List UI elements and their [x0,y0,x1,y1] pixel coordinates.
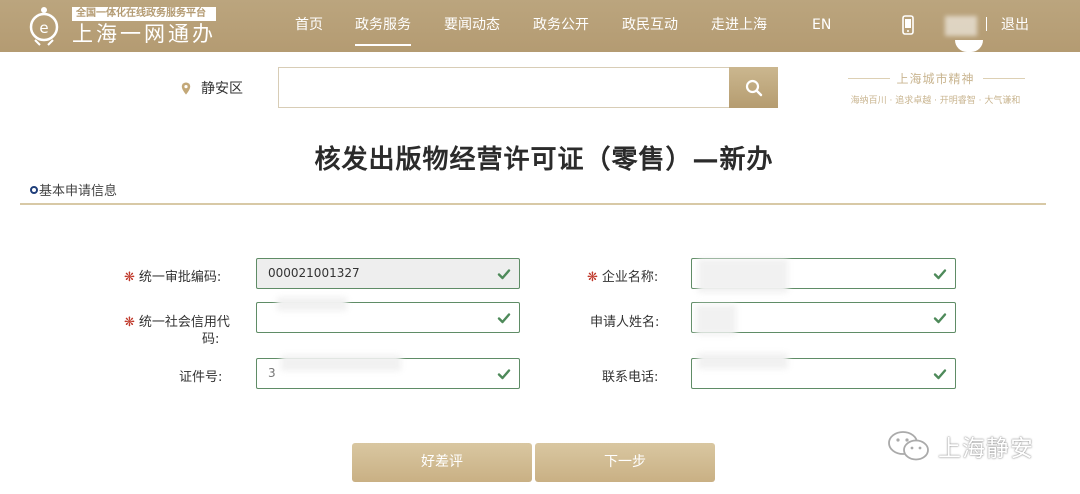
city-spirit-banner: 上海城市精神 海纳百川 · 追求卓越 · 开明睿智 · 大气谦和 [828,68,1043,110]
redacted-area [698,259,788,293]
page-title: 核发出版物经营许可证（零售）—新办 [314,145,774,175]
credit-code-field[interactable] [256,297,520,333]
wechat-watermark: 上海静安 [886,429,1034,463]
credit-code-label-cont: 码: [202,332,220,347]
applicant-name-label: 申请人姓名: [590,315,660,330]
redacted-area [281,355,401,371]
nav-home[interactable]: 首页 [295,0,323,52]
check-icon [933,369,947,380]
redacted-area [698,353,788,369]
approval-code-field[interactable]: 000021001327 [256,258,520,289]
location-pin-icon [181,82,191,94]
next-step-button[interactable]: 下一步 [535,443,715,482]
redacted-area [277,297,347,311]
required-mark: ❋ [124,270,135,285]
section-divider [20,203,1046,205]
check-icon [933,269,947,280]
city-spirit-subtitle: 海纳百川 · 追求卓越 · 开明睿智 · 大气谦和 [850,96,1021,106]
top-navigation-bar: e 全国一体化在线政务服务平台 上海一网通办 首页 政务服务 要闻动态 政务公开… [0,0,1080,52]
search-icon [745,79,762,96]
logout-link[interactable]: 退出 [1001,0,1029,50]
company-name-field[interactable] [691,258,956,293]
id-number-label: 证件号: [179,370,223,385]
mobile-phone-icon[interactable] [901,15,915,35]
rating-button[interactable]: 好差评 [352,443,532,482]
approval-code-label-text: 统一审批编码: [138,270,222,285]
search-button[interactable] [729,67,778,108]
required-mark: ❋ [124,315,135,330]
redacted-area [696,305,736,335]
required-mark: ❋ [587,270,598,285]
check-icon [497,269,511,280]
logo-tagline: 全国一体化在线政务服务平台 [72,6,216,21]
check-icon [497,369,511,380]
logo-title: 上海一网通办 [72,21,216,46]
site-logo[interactable]: e 全国一体化在线政务服务平台 上海一网通办 [26,6,216,46]
svg-text:e: e [39,19,48,37]
section-bullet-icon [30,185,38,194]
id-number-value: 3 [268,366,276,380]
location-label: 静安区 [201,81,243,97]
phone-label: 联系电话: [602,370,659,385]
divider [986,17,987,31]
nav-public-interaction[interactable]: 政民互动 [622,0,678,52]
page: e 全国一体化在线政务服务平台 上海一网通办 首页 政务服务 要闻动态 政务公开… [0,0,1080,494]
approval-code-label: ❋ 统一审批编码: [124,266,221,285]
nav-government-disclosure[interactable]: 政务公开 [533,0,589,52]
banner-line-right [983,78,1025,79]
check-icon [497,313,511,324]
nav-news[interactable]: 要闻动态 [444,0,500,52]
user-avatar[interactable] [945,16,977,36]
watermark-text: 上海静安 [938,436,1034,462]
wechat-icon [888,431,929,461]
applicant-name-field[interactable] [691,302,956,335]
location-selector[interactable]: 静安区 [181,78,243,98]
phone-field[interactable] [691,353,956,389]
logo-emblem-icon: e [26,6,62,46]
search-input[interactable] [278,67,730,108]
section-header: 基本申请信息 [30,180,117,199]
id-number-field[interactable]: 3 [256,355,520,389]
check-icon [933,313,947,324]
nav-government-services[interactable]: 政务服务 [355,0,411,52]
company-name-label-text: 企业名称: [601,270,659,285]
nav-about-shanghai[interactable]: 走进上海 [711,0,767,52]
section-label: 基本申请信息 [39,184,118,199]
company-name-label: ❋ 企业名称: [587,266,658,285]
approval-code-value: 000021001327 [268,266,360,280]
nav-english[interactable]: EN [812,0,831,52]
